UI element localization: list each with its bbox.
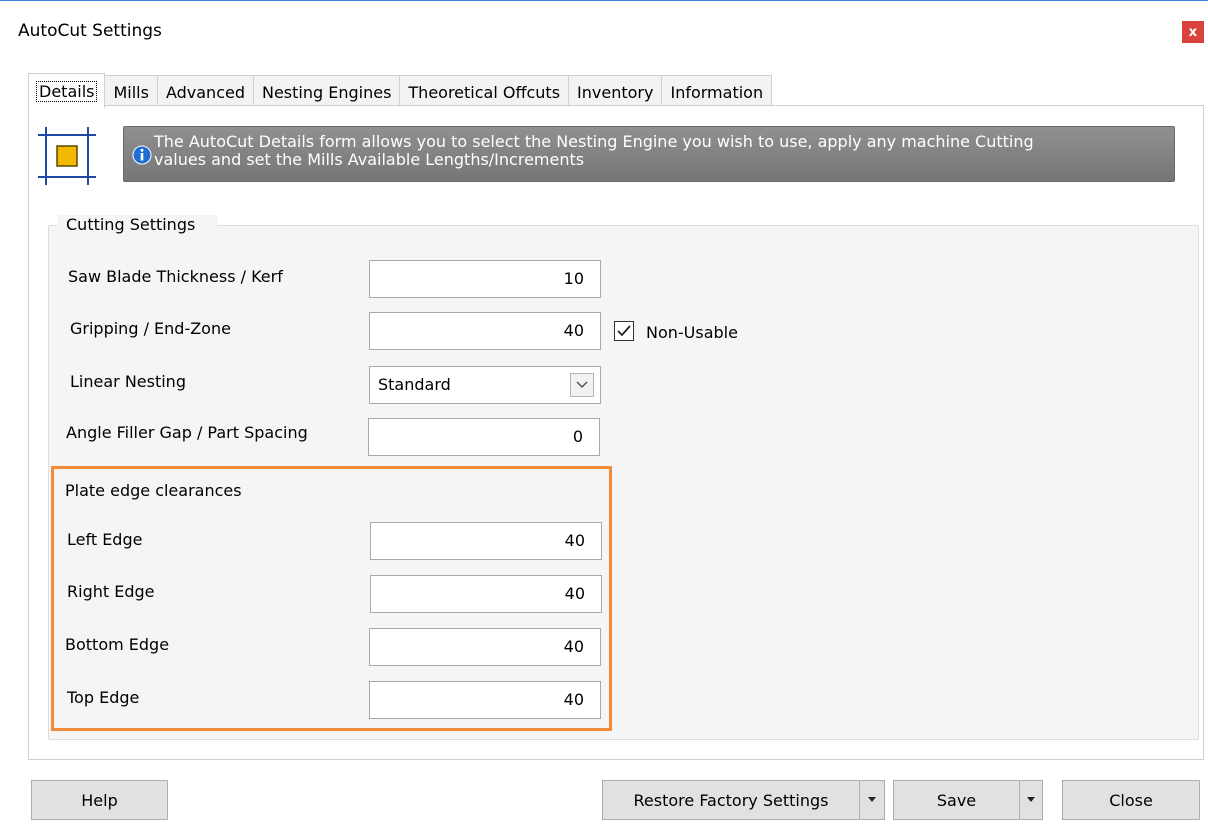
gripping-input[interactable]: 40 (369, 312, 601, 350)
linear-nesting-label: Linear Nesting (70, 372, 186, 391)
autocut-app-icon (38, 127, 96, 185)
tab-inventory[interactable]: Inventory (568, 75, 663, 108)
linear-nesting-select[interactable]: Standard (369, 366, 601, 404)
save-button[interactable]: Save (893, 780, 1020, 820)
checkmark-icon (617, 325, 631, 337)
tab-label: Mills (113, 82, 149, 102)
help-button[interactable]: Help (31, 780, 168, 820)
tab-details[interactable]: Details (28, 73, 106, 108)
tab-label: Theoretical Offcuts (408, 82, 561, 102)
plate-edge-title: Plate edge clearances (65, 481, 242, 500)
tab-label: Details (35, 80, 98, 102)
cutting-settings-title: Cutting Settings (62, 215, 200, 234)
linear-nesting-value: Standard (378, 375, 451, 394)
restore-dropdown-arrow[interactable] (859, 780, 885, 820)
info-banner: The AutoCut Details form allows you to s… (123, 126, 1175, 182)
chevron-down-icon[interactable] (570, 373, 594, 397)
tab-nesting-engines[interactable]: Nesting Engines (252, 75, 401, 108)
tab-theoretical-offcuts[interactable]: Theoretical Offcuts (399, 75, 570, 108)
tab-label: Inventory (577, 82, 654, 102)
window-title: AutoCut Settings (18, 21, 162, 41)
kerf-label: Saw Blade Thickness / Kerf (68, 267, 283, 286)
tab-label: Information (670, 82, 764, 102)
gripping-label: Gripping / End-Zone (70, 319, 231, 338)
caret-down-icon (1027, 797, 1035, 802)
tab-information[interactable]: Information (661, 75, 773, 108)
kerf-input[interactable]: 10 (369, 260, 601, 298)
bottom-edge-input[interactable]: 40 (369, 628, 601, 666)
restore-factory-settings-button[interactable]: Restore Factory Settings (602, 780, 860, 820)
tab-label: Nesting Engines (261, 82, 392, 102)
tab-strip: Details Mills Advanced Nesting Engines T… (28, 73, 773, 108)
part-spacing-label: Angle Filler Gap / Part Spacing (66, 423, 308, 442)
part-spacing-input[interactable]: 0 (368, 418, 600, 456)
save-dropdown-arrow[interactable] (1019, 780, 1043, 820)
left-edge-label: Left Edge (67, 530, 143, 549)
right-edge-label: Right Edge (67, 582, 155, 601)
title-bar: AutoCut Settings x (0, 1, 1208, 59)
non-usable-label: Non-Usable (646, 323, 738, 342)
top-edge-input[interactable]: 40 (369, 681, 601, 719)
tab-advanced[interactable]: Advanced (156, 75, 254, 108)
bottom-edge-label: Bottom Edge (65, 635, 170, 654)
left-edge-input[interactable]: 40 (370, 522, 602, 560)
non-usable-checkbox[interactable] (614, 321, 634, 341)
info-text-line2: values and set the Mills Available Lengt… (154, 150, 585, 169)
close-window-button[interactable]: x (1182, 21, 1204, 43)
autocut-settings-window: AutoCut Settings x Details Mills Advance… (0, 0, 1208, 825)
info-text-line1: The AutoCut Details form allows you to s… (154, 132, 1034, 151)
caret-down-icon (868, 797, 876, 802)
tab-mills[interactable]: Mills (104, 75, 158, 108)
right-edge-input[interactable]: 40 (370, 575, 602, 613)
close-button[interactable]: Close (1062, 780, 1200, 820)
info-icon (132, 145, 152, 165)
top-edge-label: Top Edge (67, 688, 140, 707)
tab-label: Advanced (165, 82, 245, 102)
